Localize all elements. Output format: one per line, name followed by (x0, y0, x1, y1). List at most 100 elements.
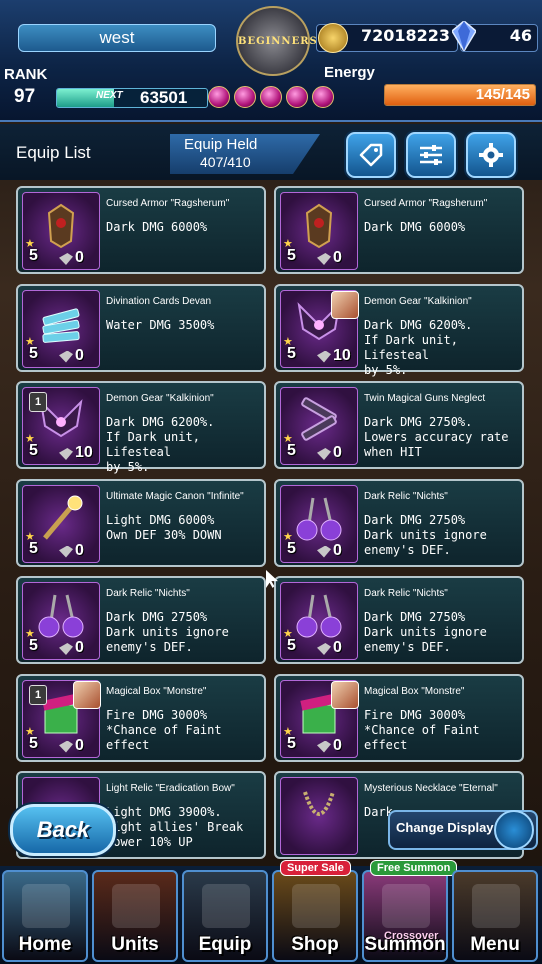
level-number: 5 (29, 637, 38, 654)
enhance-count: 0 (333, 639, 342, 656)
equipment-effect: Dark DMG 6200%. If Dark unit, Lifesteal … (106, 415, 215, 474)
equipment-name: Magical Box "Monstre" (106, 685, 207, 697)
enhance-count: 0 (75, 736, 84, 754)
next-label: NEXT (96, 90, 123, 101)
filter-button[interactable] (406, 132, 456, 178)
enhance-hammer-icon (59, 643, 73, 655)
equipment-thumbnail: ★ 5 10 (280, 289, 359, 368)
menu-icon (472, 884, 520, 928)
shop-icon (292, 884, 340, 928)
equipment-card[interactable]: ★ 5 0 Twin Magical Guns Neglect Dark DMG 275… (274, 381, 524, 469)
enhance-count: 10 (75, 444, 93, 461)
equipment-card[interactable]: ★ 5 0 Ultimate Magic Canon "Infinite" Light … (16, 478, 266, 567)
enhance-count: 0 (75, 249, 84, 266)
copy-badge: 1 (29, 392, 47, 412)
enhance-count: 0 (75, 639, 84, 656)
equipment-name: Dark Relic "Nichts" (106, 588, 190, 599)
energy-value: 145/145 (475, 86, 530, 103)
equipment-thumbnail (280, 777, 358, 855)
nav-units[interactable]: Units (92, 870, 178, 962)
equipment-card[interactable]: ★ 5 10 1 Demon Gear "Kalkinion" Dark DMG 6200… (16, 381, 266, 474)
enhance-count: 0 (75, 346, 84, 364)
energy-label: Energy (324, 64, 375, 81)
equipment-thumbnail: ★ 5 0 (22, 484, 100, 563)
emblem-text: BEGINNERS (238, 36, 318, 47)
equipment-name: Cursed Armor "Ragsherum" (364, 198, 488, 209)
summon-icon (382, 884, 430, 928)
equipment-card[interactable]: ★ 5 0 Dark Relic "Nichts" Dark DMG 2750% Dar… (274, 576, 524, 664)
enhance-hammer-icon (317, 253, 331, 265)
orb-icon (286, 86, 308, 108)
equipment-card[interactable]: ★ 5 0 Cursed Armor "Ragsherum" Dark DMG 6000… (16, 186, 266, 274)
equipment-card[interactable]: ★ 5 0 Divination Cards Devan Water DMG 3500% (16, 283, 266, 372)
enhance-hammer-icon (317, 643, 331, 655)
relic-icon (296, 497, 342, 540)
level-number: 5 (29, 344, 38, 362)
orb-icon (208, 86, 230, 108)
relic-icon (38, 594, 84, 638)
units-icon (112, 884, 160, 928)
equipped-unit-portrait (331, 290, 359, 319)
level-number: 5 (29, 734, 38, 752)
back-button[interactable]: Back (10, 804, 116, 856)
equip-icon (202, 884, 250, 928)
staff-icon (43, 495, 83, 540)
rank-label: RANK (4, 66, 48, 83)
equipment-grid[interactable]: ★ 5 0 Cursed Armor "Ragsherum" Dark DMG 6000… (0, 182, 542, 864)
equipment-thumbnail: ★ 5 0 (280, 484, 358, 563)
equipment-name: Magical Box "Monstre" (364, 685, 465, 697)
nav-menu[interactable]: Menu (452, 870, 538, 962)
equipment-card[interactable]: ★ 5 0 Cursed Armor "Ragsherum" Dark DMG 6000… (274, 186, 524, 274)
equipment-thumbnail: ★ 5 0 (22, 289, 100, 368)
orb-icon (312, 86, 334, 108)
enhance-hammer-icon (317, 350, 331, 363)
nav-summon[interactable]: Summon (362, 870, 448, 962)
player-name[interactable]: west (18, 24, 216, 52)
enhance-count: 0 (333, 541, 342, 559)
settings-button[interactable] (466, 132, 516, 178)
equipment-effect: Dark DMG 2750% Dark units ignore enemy's… (106, 610, 229, 654)
enhance-hammer-icon (317, 545, 331, 558)
gem-amount: 46 (509, 26, 532, 45)
equipment-thumbnail: ★ 5 0 1 (22, 679, 101, 758)
equipment-card[interactable]: ★ 5 0 Dark Relic "Nichts" Dark DMG 2750% Dar… (274, 478, 524, 567)
nav-home[interactable]: Home (2, 870, 88, 962)
relic-icon (296, 594, 342, 638)
change-display-label: Change Display (396, 820, 494, 835)
guns-icon (301, 397, 337, 441)
orb-icon (260, 86, 282, 108)
level-number: 5 (29, 442, 38, 459)
equipment-effect: Dark DMG 6000% (106, 220, 208, 234)
equipment-thumbnail: ★ 5 0 (280, 582, 358, 660)
enhance-hammer-icon (59, 545, 73, 558)
tag-button[interactable] (346, 132, 396, 178)
equipment-thumbnail: ★ 5 0 (280, 387, 358, 465)
enhance-count: 10 (333, 346, 351, 364)
equipment-card[interactable]: ★ 5 0 Magical Box "Monstre" Fire DMG 3000% *… (274, 673, 524, 762)
nav-label: Shop (291, 934, 339, 955)
equipment-card[interactable]: ★ 5 0 Dark Relic "Nichts" Dark DMG 2750% Dar… (16, 576, 266, 664)
equipment-card[interactable]: ★ 5 0 1 Magical Box "Monstre" Fire DMG 3000% … (16, 673, 266, 762)
cards-icon (42, 307, 80, 343)
equipment-effect: Fire DMG 3000% *Chance of Faint effect (364, 707, 480, 752)
nav-shop[interactable]: Shop (272, 870, 358, 962)
orb-icon (234, 86, 256, 108)
equipment-effect: Dark DMG 6000% (364, 220, 466, 234)
nav-equip[interactable]: Equip (182, 870, 268, 962)
level-number: 5 (29, 539, 38, 557)
equipment-thumbnail: ★ 5 0 (280, 679, 359, 758)
equipment-name: Dark Relic "Nichts" (364, 588, 448, 599)
necklace-icon (303, 791, 335, 816)
level-number: 5 (29, 247, 38, 264)
equipment-effect: Light DMG 6000% Own DEF 30% DOWN (106, 512, 222, 542)
super-sale-tag: Super Sale (280, 860, 351, 876)
equipment-effect: Dark DMG 2750% Dark units ignore enemy's… (364, 610, 487, 654)
equipment-name: Dark Relic "Nichts" (364, 490, 448, 502)
equipment-card[interactable]: ★ 5 10 Demon Gear "Kalkinion" Dark DMG 6200%… (274, 283, 524, 377)
free-summon-tag: Free Summon (370, 860, 458, 876)
equip-held-label: Equip Held (184, 136, 258, 153)
page-title: Equip List (16, 143, 91, 162)
equipment-effect: Dark DMG 2750%. Lowers accuracy rate whe… (364, 415, 509, 459)
equipment-thumbnail: ★ 5 0 (280, 192, 358, 270)
equipment-name: Mysterious Necklace "Eternal" (364, 783, 498, 794)
